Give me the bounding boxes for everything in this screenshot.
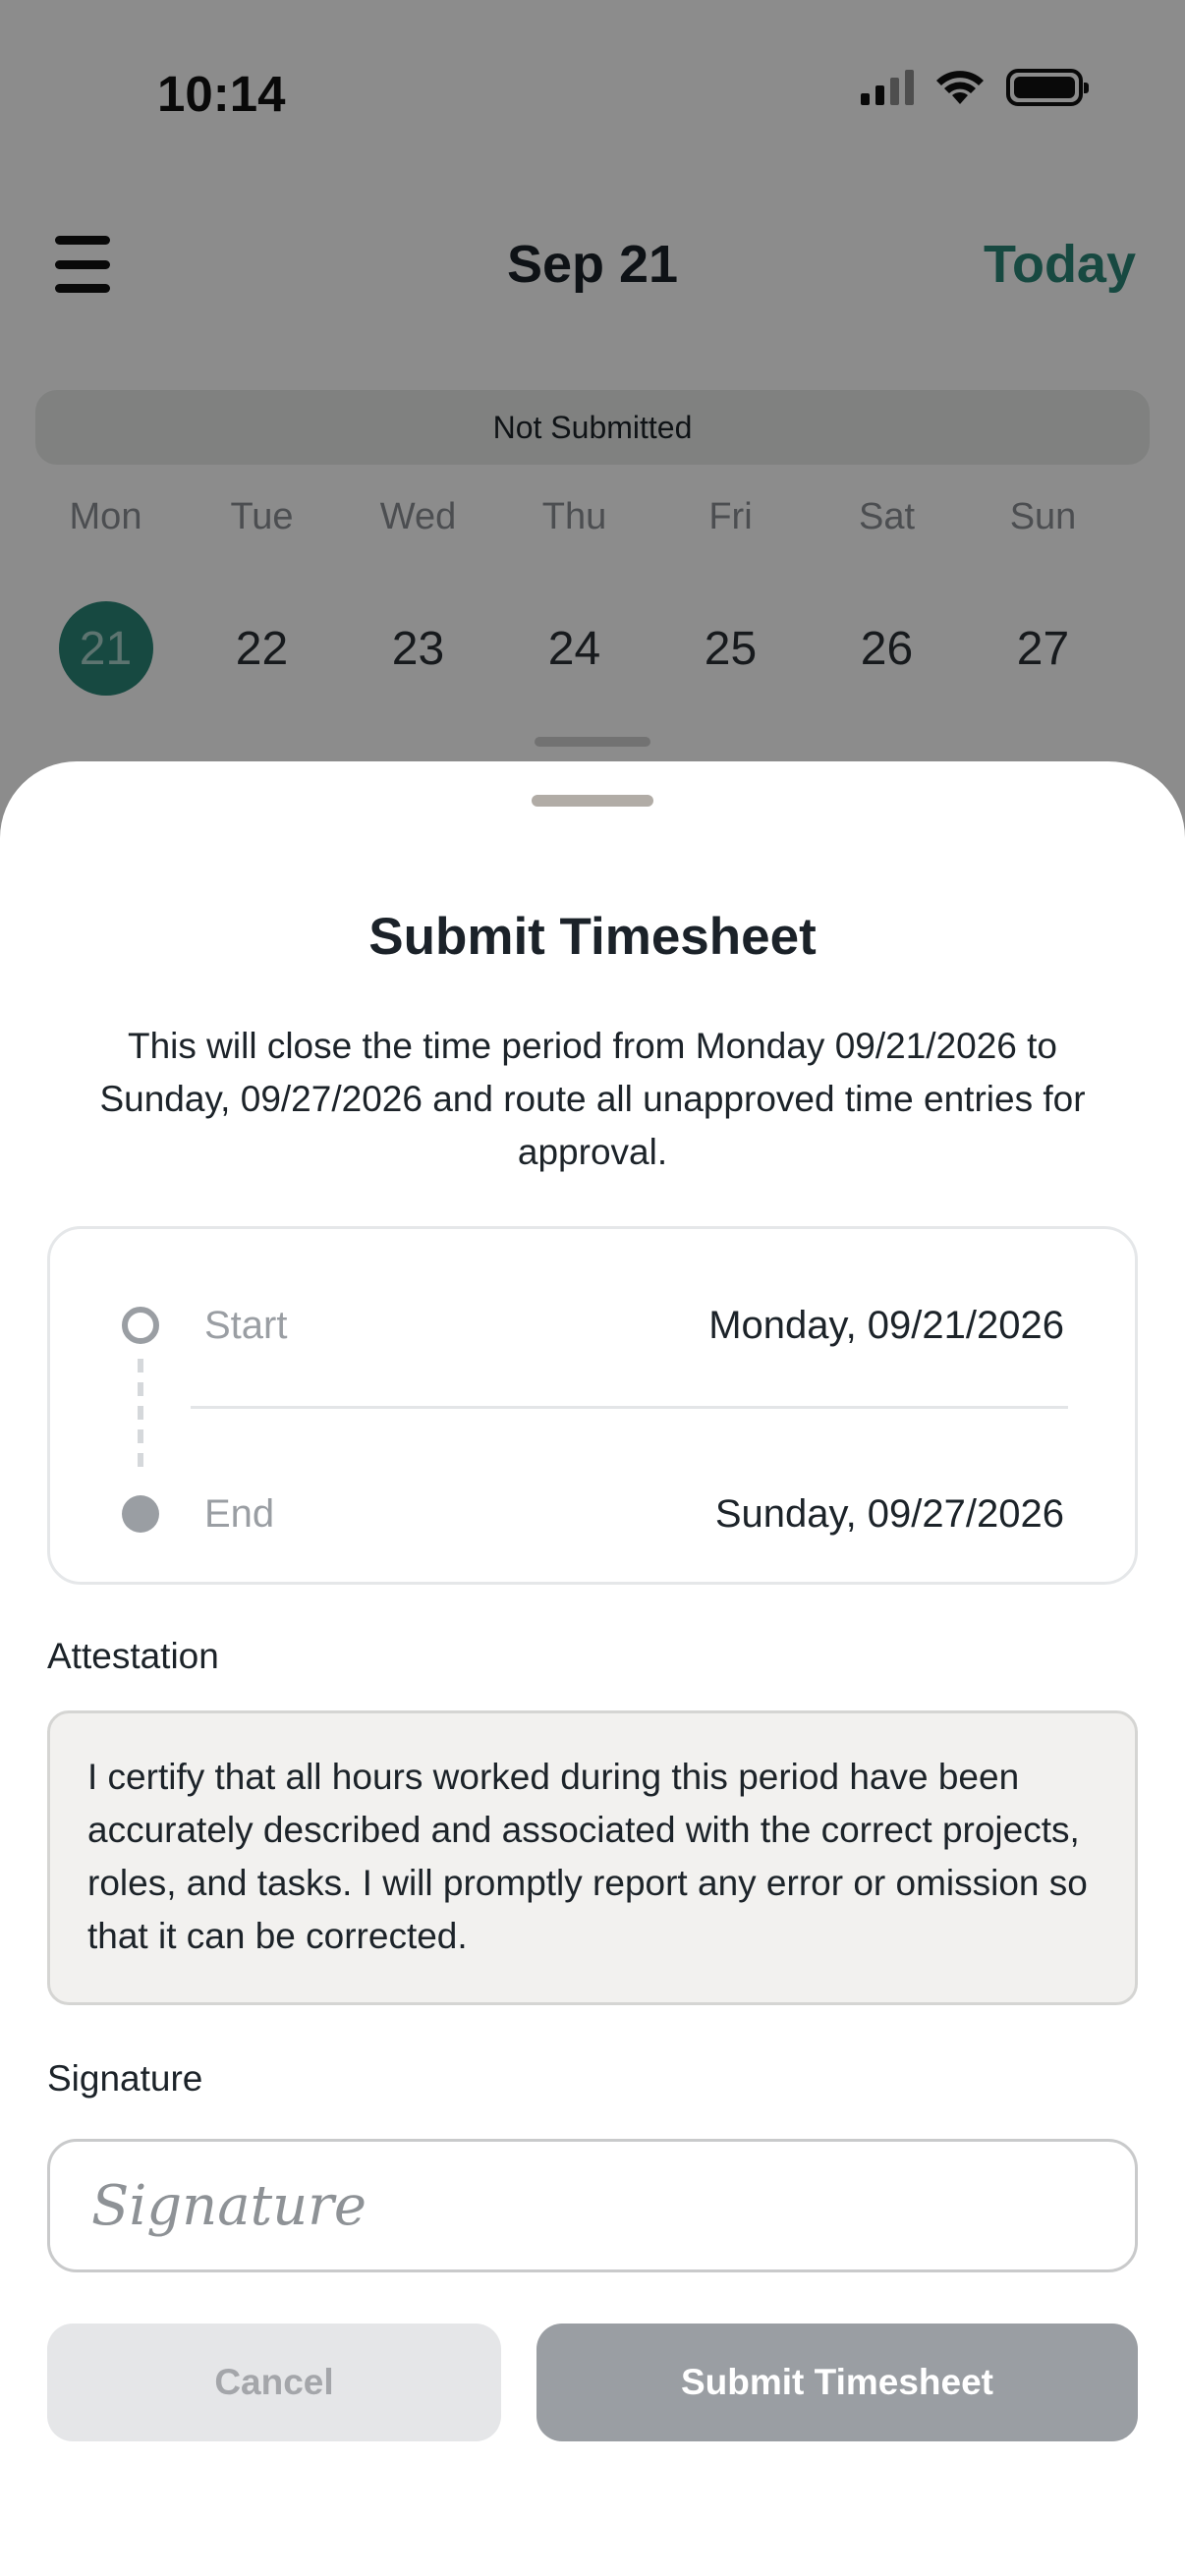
end-dot-icon [122, 1495, 159, 1533]
sheet-description: This will close the time period from Mon… [99, 1026, 1086, 1172]
signature-label: Signature [47, 2058, 203, 2099]
sheet-title: Submit Timesheet [368, 908, 817, 966]
submit-timesheet-sheet: Submit Timesheet This will close the tim… [0, 761, 1185, 2576]
signature-input[interactable]: Signature [47, 2139, 1138, 2272]
range-connector [138, 1359, 143, 1475]
range-end-row: End Sunday, 09/27/2026 [50, 1475, 1135, 1553]
start-label: Start [204, 1303, 288, 1347]
cancel-button[interactable]: Cancel [47, 2324, 501, 2441]
end-label: End [204, 1491, 275, 1536]
period-range-card: Start Monday, 09/21/2026 End Sunday, 09/… [47, 1226, 1138, 1585]
end-date-value: Sunday, 09/27/2026 [714, 1491, 1064, 1536]
submit-timesheet-button[interactable]: Submit Timesheet [536, 2324, 1138, 2441]
start-date-value: Monday, 09/21/2026 [708, 1303, 1064, 1347]
attestation-text: I certify that all hours worked during t… [47, 1710, 1138, 2005]
range-start-row: Start Monday, 09/21/2026 [50, 1286, 1135, 1365]
attestation-label: Attestation [47, 1636, 219, 1676]
sheet-drag-handle[interactable] [532, 795, 653, 807]
start-dot-icon [122, 1307, 159, 1344]
range-divider [191, 1406, 1068, 1409]
